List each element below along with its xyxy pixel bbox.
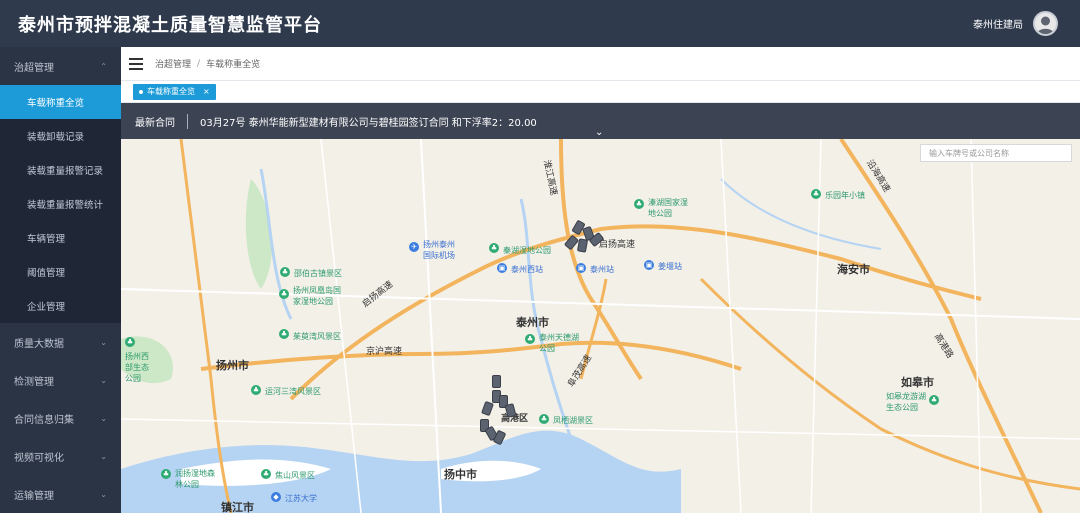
train-station-icon: ▣ xyxy=(497,263,507,273)
poi-label: 扬州凤凰岛国家湿地公园 xyxy=(293,286,341,306)
close-icon[interactable]: × xyxy=(203,87,210,96)
city-label: 泰州市 xyxy=(516,316,549,329)
chevron-down-icon: ⌄ xyxy=(100,451,107,461)
park-icon: ♣ xyxy=(125,337,135,347)
park-icon: ♣ xyxy=(929,395,939,405)
user-name[interactable]: 泰州住建局 xyxy=(973,16,1023,31)
train-station-icon: ▣ xyxy=(644,260,654,270)
park-icon: ♣ xyxy=(634,199,644,209)
city-label: 如皋市 xyxy=(901,376,934,389)
park-icon: ♣ xyxy=(279,329,289,339)
poi-label: 泰州天德湖公园 xyxy=(539,333,579,353)
train-station-icon: ▣ xyxy=(576,263,586,273)
sidebar-group-video[interactable]: 视频可视化 ⌄ xyxy=(0,437,121,475)
park-icon: ♣ xyxy=(811,189,821,199)
poi-label: 邵伯古镇景区 xyxy=(294,269,342,278)
road-label: 启扬高速 xyxy=(599,240,636,250)
poi-label: 扬州泰州国际机场 xyxy=(423,240,455,260)
chevron-down-icon: ⌄ xyxy=(100,413,107,423)
park-icon: ♣ xyxy=(251,385,261,395)
park-icon: ♣ xyxy=(525,334,535,344)
avatar-icon[interactable] xyxy=(1033,11,1058,36)
top-bar: 泰州市预拌混凝土质量智慧监管平台 泰州住建局 xyxy=(0,0,1080,47)
map-view[interactable]: 输入车牌号或公司名称 泰州市 扬州市 扬中市 镇江市 海安市 如皋市 高港区 启… xyxy=(121,139,1080,513)
sidebar-group-transport[interactable]: 运输管理 ⌄ xyxy=(0,475,121,513)
breadcrumb-current: 车载称重全览 xyxy=(206,60,261,70)
tab-weighing-overview[interactable]: 车载称重全览 × xyxy=(133,83,216,100)
sidebar-item-weighing-overview[interactable]: 车载称重全览 xyxy=(0,85,121,119)
poi-label: 泰州站 xyxy=(590,265,614,274)
poi-label: 茱萸湾风景区 xyxy=(293,332,341,341)
news-label: 最新合同 xyxy=(135,113,188,129)
sidebar-item-threshold-management[interactable]: 阈值管理 xyxy=(0,255,121,289)
sidebar-group-label: 治超管理 xyxy=(14,62,54,74)
sidebar-item-vehicle-management[interactable]: 车辆管理 xyxy=(0,221,121,255)
city-label: 海安市 xyxy=(837,263,870,276)
sidebar-group-label: 检测管理 xyxy=(14,376,54,388)
chevron-down-icon[interactable]: ⌄ xyxy=(595,127,603,138)
news-bar: 最新合同 03月27号 泰州华能新型建材有限公司与碧桂园签订合同 和下浮率2：2… xyxy=(121,103,1080,139)
sidebar: 治超管理 ⌃ 车载称重全览 装载卸载记录 装载重量报警记录 装载重量报警统计 车… xyxy=(0,47,121,513)
sidebar-group-quality-data[interactable]: 质量大数据 ⌄ xyxy=(0,323,121,361)
chevron-down-icon: ⌄ xyxy=(100,337,107,347)
sidebar-item-company-management[interactable]: 企业管理 xyxy=(0,289,121,323)
sidebar-item-weight-alarm-records[interactable]: 装载重量报警记录 xyxy=(0,153,121,187)
university-icon: ◆ xyxy=(271,492,281,502)
map-background xyxy=(121,139,1080,513)
sidebar-item-load-unload-records[interactable]: 装载卸载记录 xyxy=(0,119,121,153)
park-icon: ♣ xyxy=(280,267,290,277)
chevron-down-icon: ⌄ xyxy=(100,375,107,385)
breadcrumb-parent[interactable]: 治超管理 xyxy=(155,57,191,70)
poi-label: 江苏大学 xyxy=(285,494,317,503)
poi-label: 凤栖湖景区 xyxy=(553,416,593,425)
park-icon: ♣ xyxy=(261,469,271,479)
park-icon: ♣ xyxy=(489,243,499,253)
poi-label: 秦湖湿地公园 xyxy=(503,246,551,255)
breadcrumb-separator: / xyxy=(197,58,201,69)
sidebar-group-label: 运输管理 xyxy=(14,490,54,502)
poi-label: 焦山风景区 xyxy=(275,471,315,480)
sidebar-group-label: 质量大数据 xyxy=(14,338,64,350)
map-search-input[interactable]: 输入车牌号或公司名称 xyxy=(920,144,1072,162)
hamburger-menu-icon[interactable] xyxy=(129,57,143,70)
poi-label: 乐园年小镇 xyxy=(825,191,865,200)
airport-icon: ✈ xyxy=(409,242,419,252)
sidebar-group-label: 视频可视化 xyxy=(14,452,64,464)
app-title: 泰州市预拌混凝土质量智慧监管平台 xyxy=(18,14,322,36)
tab-bar: 车载称重全览 × xyxy=(121,81,1080,103)
road-label: 京沪高速 xyxy=(366,347,403,357)
sidebar-submenu: 车载称重全览 装载卸载记录 装载重量报警记录 装载重量报警统计 车辆管理 阈值管… xyxy=(0,85,121,323)
park-icon: ♣ xyxy=(161,469,171,479)
tab-label: 车载称重全览 xyxy=(147,87,195,96)
city-label: 扬中市 xyxy=(444,468,477,481)
sidebar-group-label: 合同信息归集 xyxy=(14,414,74,426)
poi-label: 姜堰站 xyxy=(658,262,682,271)
sidebar-group-contracts[interactable]: 合同信息归集 ⌄ xyxy=(0,399,121,437)
sidebar-item-weight-alarm-stats[interactable]: 装载重量报警统计 xyxy=(0,187,121,221)
sidebar-group-testing[interactable]: 检测管理 ⌄ xyxy=(0,361,121,399)
chevron-up-icon: ⌃ xyxy=(100,61,107,71)
truck-marker[interactable] xyxy=(492,375,501,388)
breadcrumb: 治超管理 / 车载称重全览 xyxy=(121,47,1080,81)
poi-label: 溱湖国家湿地公园 xyxy=(648,198,688,218)
main-content: 治超管理 / 车载称重全览 车载称重全览 × 最新合同 03月27号 泰州华能新… xyxy=(121,47,1080,513)
poi-label: 扬州西部生态公园 xyxy=(125,352,149,383)
poi-label: 如皋龙游湖生态公园 xyxy=(886,392,926,412)
city-label: 镇江市 xyxy=(221,501,254,513)
sidebar-group-chaozhi[interactable]: 治超管理 ⌃ xyxy=(0,47,121,85)
news-text: 03月27号 泰州华能新型建材有限公司与碧桂园签订合同 和下浮率2：20.00 xyxy=(200,117,537,129)
active-dot-icon xyxy=(139,89,143,94)
city-label: 扬州市 xyxy=(216,359,249,372)
user-area[interactable]: 泰州住建局 xyxy=(973,11,1058,36)
park-icon: ♣ xyxy=(539,414,549,424)
chevron-down-icon: ⌄ xyxy=(100,489,107,499)
poi-label: 运河三湾风景区 xyxy=(265,387,321,396)
park-icon: ♣ xyxy=(279,289,289,299)
poi-label: 泰州西站 xyxy=(511,265,543,274)
poi-label: 润扬湿地森林公园 xyxy=(175,469,215,489)
